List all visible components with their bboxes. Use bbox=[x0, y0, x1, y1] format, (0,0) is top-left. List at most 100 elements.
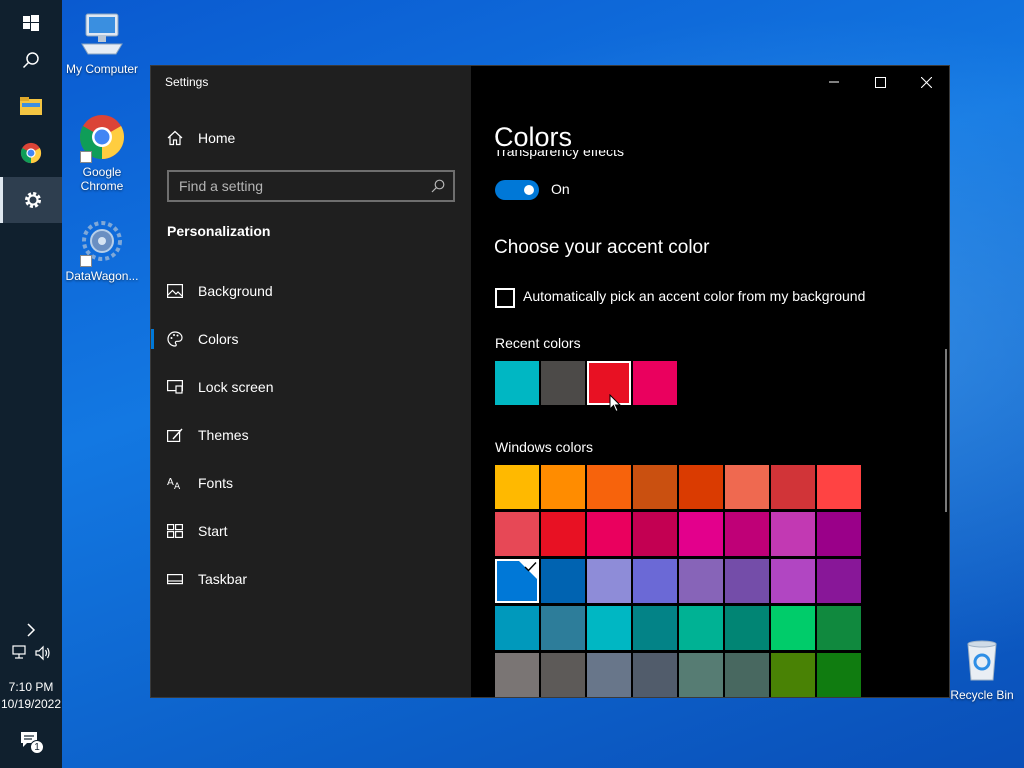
windows-color-swatch[interactable] bbox=[817, 559, 861, 603]
windows-color-swatch[interactable] bbox=[725, 606, 769, 650]
windows-color-swatch[interactable] bbox=[495, 465, 539, 509]
nav-item-fonts[interactable]: A A Fonts bbox=[151, 463, 471, 503]
action-center-button[interactable]: 1 bbox=[0, 718, 62, 764]
windows-color-swatch[interactable] bbox=[633, 559, 677, 603]
search-icon bbox=[22, 52, 39, 69]
search-button[interactable] bbox=[0, 37, 62, 83]
nav-item-taskbar[interactable]: Taskbar bbox=[151, 559, 471, 599]
windows-color-swatch[interactable] bbox=[725, 512, 769, 556]
nav-item-label: Colors bbox=[198, 331, 239, 347]
themes-icon bbox=[167, 427, 183, 443]
windows-color-swatch[interactable] bbox=[771, 559, 815, 603]
transparency-toggle[interactable] bbox=[495, 180, 539, 200]
windows-color-swatch[interactable] bbox=[495, 512, 539, 556]
page-title: Colors bbox=[494, 122, 573, 152]
windows-color-swatch[interactable] bbox=[771, 512, 815, 556]
windows-color-swatch[interactable] bbox=[679, 606, 723, 650]
recent-color-swatch[interactable] bbox=[495, 361, 539, 405]
windows-color-swatch[interactable] bbox=[817, 606, 861, 650]
windows-color-swatch[interactable] bbox=[633, 512, 677, 556]
windows-color-swatch[interactable] bbox=[771, 653, 815, 697]
desktop-icon-recycle-bin[interactable]: Recycle Bin bbox=[940, 636, 1024, 702]
volume-icon[interactable] bbox=[35, 645, 52, 661]
windows-color-swatch[interactable] bbox=[587, 512, 631, 556]
windows-color-swatch[interactable] bbox=[633, 653, 677, 697]
windows-color-swatch[interactable] bbox=[587, 606, 631, 650]
windows-color-swatch[interactable] bbox=[679, 465, 723, 509]
windows-color-swatch[interactable] bbox=[541, 559, 585, 603]
checkmark-icon bbox=[524, 562, 537, 572]
recent-color-swatch[interactable] bbox=[541, 361, 585, 405]
chevron-right-icon bbox=[27, 623, 36, 637]
notification-count: 1 bbox=[34, 741, 40, 753]
search-placeholder: Find a setting bbox=[179, 178, 264, 194]
windows-color-swatch[interactable] bbox=[725, 465, 769, 509]
windows-color-swatch[interactable] bbox=[771, 606, 815, 650]
accent-color-heading: Choose your accent color bbox=[494, 237, 710, 258]
maximize-icon bbox=[874, 76, 886, 88]
toggle-knob bbox=[524, 185, 534, 195]
windows-color-swatch[interactable] bbox=[817, 653, 861, 697]
minimize-icon bbox=[829, 81, 839, 83]
auto-accent-checkbox[interactable] bbox=[495, 288, 515, 308]
close-button[interactable] bbox=[903, 66, 949, 98]
nav-item-colors[interactable]: Colors bbox=[151, 319, 471, 359]
windows-color-swatch[interactable] bbox=[587, 559, 631, 603]
windows-color-swatch[interactable] bbox=[541, 465, 585, 509]
lock-screen-icon bbox=[167, 379, 183, 395]
desktop-icon-label: Chrome bbox=[80, 179, 124, 193]
search-input[interactable]: Find a setting bbox=[167, 170, 455, 202]
maximize-button[interactable] bbox=[857, 66, 903, 98]
windows-color-swatch[interactable] bbox=[633, 465, 677, 509]
nav-item-lock-screen[interactable]: Lock screen bbox=[151, 367, 471, 407]
desktop-icon-google-chrome[interactable]: Google Chrome bbox=[60, 113, 144, 193]
recycle-bin-icon bbox=[958, 636, 1006, 684]
windows-color-swatch[interactable] bbox=[679, 559, 723, 603]
fonts-icon: A A bbox=[167, 475, 183, 491]
network-icon[interactable] bbox=[12, 645, 29, 661]
nav-item-start[interactable]: Start bbox=[151, 511, 471, 551]
chrome-taskbar-button[interactable] bbox=[0, 130, 62, 176]
windows-color-swatch[interactable] bbox=[817, 512, 861, 556]
windows-color-swatch[interactable] bbox=[495, 653, 539, 697]
windows-color-swatch[interactable] bbox=[541, 653, 585, 697]
desktop-icon-datawagon[interactable]: DataWagon... bbox=[60, 217, 144, 283]
nav-home[interactable]: Home bbox=[151, 118, 471, 158]
content-scrollbar[interactable] bbox=[945, 349, 947, 512]
minimize-button[interactable] bbox=[811, 66, 857, 98]
file-explorer-button[interactable] bbox=[0, 83, 62, 129]
windows-color-swatch[interactable] bbox=[771, 465, 815, 509]
clock-date[interactable]: 10/19/2022 bbox=[0, 697, 62, 711]
clock-time[interactable]: 7:10 PM bbox=[0, 680, 62, 694]
windows-color-swatch[interactable] bbox=[541, 606, 585, 650]
windows-color-swatch[interactable] bbox=[541, 512, 585, 556]
windows-color-swatch[interactable] bbox=[679, 512, 723, 556]
windows-color-swatch[interactable] bbox=[587, 465, 631, 509]
chrome-icon bbox=[20, 142, 42, 164]
nav-item-themes[interactable]: Themes bbox=[151, 415, 471, 455]
windows-color-swatch[interactable] bbox=[587, 653, 631, 697]
svg-text:A: A bbox=[167, 477, 174, 488]
desktop-icon-label: Recycle Bin bbox=[950, 688, 1014, 702]
desktop-icon-label: DataWagon... bbox=[65, 269, 139, 283]
windows-color-swatch[interactable] bbox=[679, 653, 723, 697]
mouse-cursor-icon bbox=[609, 394, 621, 413]
nav-item-background[interactable]: Background bbox=[151, 271, 471, 311]
windows-color-swatch-selected[interactable] bbox=[495, 559, 539, 603]
windows-color-swatch[interactable] bbox=[725, 653, 769, 697]
windows-logo-icon bbox=[23, 15, 39, 31]
shortcut-arrow-icon bbox=[80, 151, 92, 163]
auto-accent-label[interactable]: Automatically pick an accent color from … bbox=[523, 288, 865, 304]
nav-item-label: Themes bbox=[198, 427, 249, 443]
desktop-icon-my-computer[interactable]: My Computer bbox=[60, 10, 144, 76]
windows-color-swatch[interactable] bbox=[817, 465, 861, 509]
windows-color-swatch[interactable] bbox=[725, 559, 769, 603]
recent-color-swatch[interactable] bbox=[633, 361, 677, 405]
transparency-label-text: Transparency effects bbox=[494, 150, 624, 159]
taskbar: 7:10 PM 10/19/2022 1 bbox=[0, 0, 62, 768]
windows-color-swatch[interactable] bbox=[633, 606, 677, 650]
start-icon bbox=[167, 523, 183, 539]
windows-color-swatch[interactable] bbox=[495, 606, 539, 650]
settings-taskbar-button[interactable] bbox=[0, 177, 62, 223]
shortcut-arrow-icon bbox=[80, 255, 92, 267]
